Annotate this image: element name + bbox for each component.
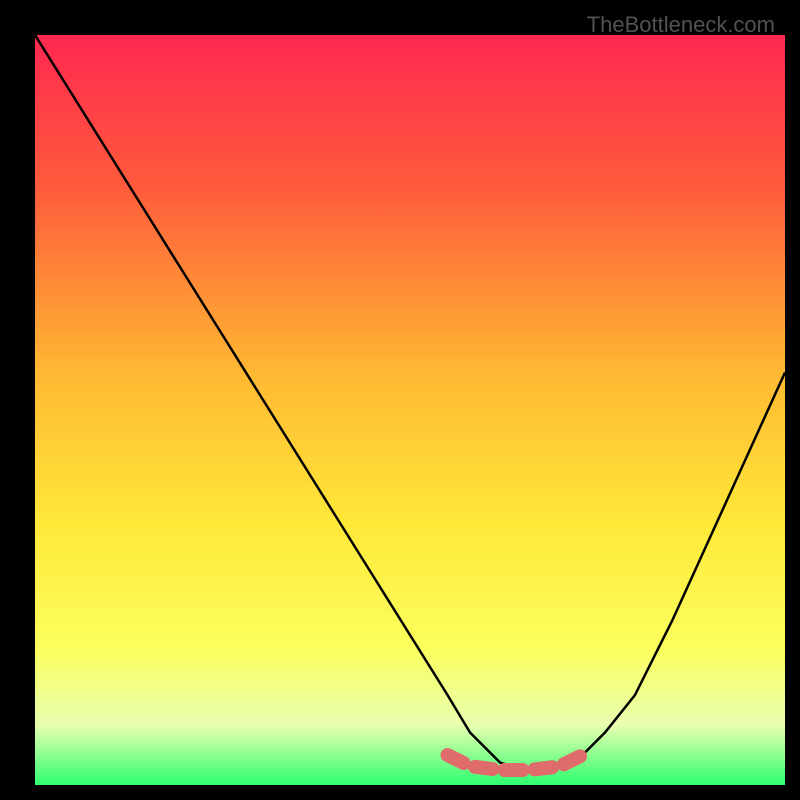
plot-area	[35, 35, 785, 785]
chart-canvas	[35, 35, 785, 785]
chart-frame: TheBottleneck.com	[10, 10, 790, 790]
watermark-text: TheBottleneck.com	[587, 12, 775, 38]
gradient-background	[35, 35, 785, 785]
